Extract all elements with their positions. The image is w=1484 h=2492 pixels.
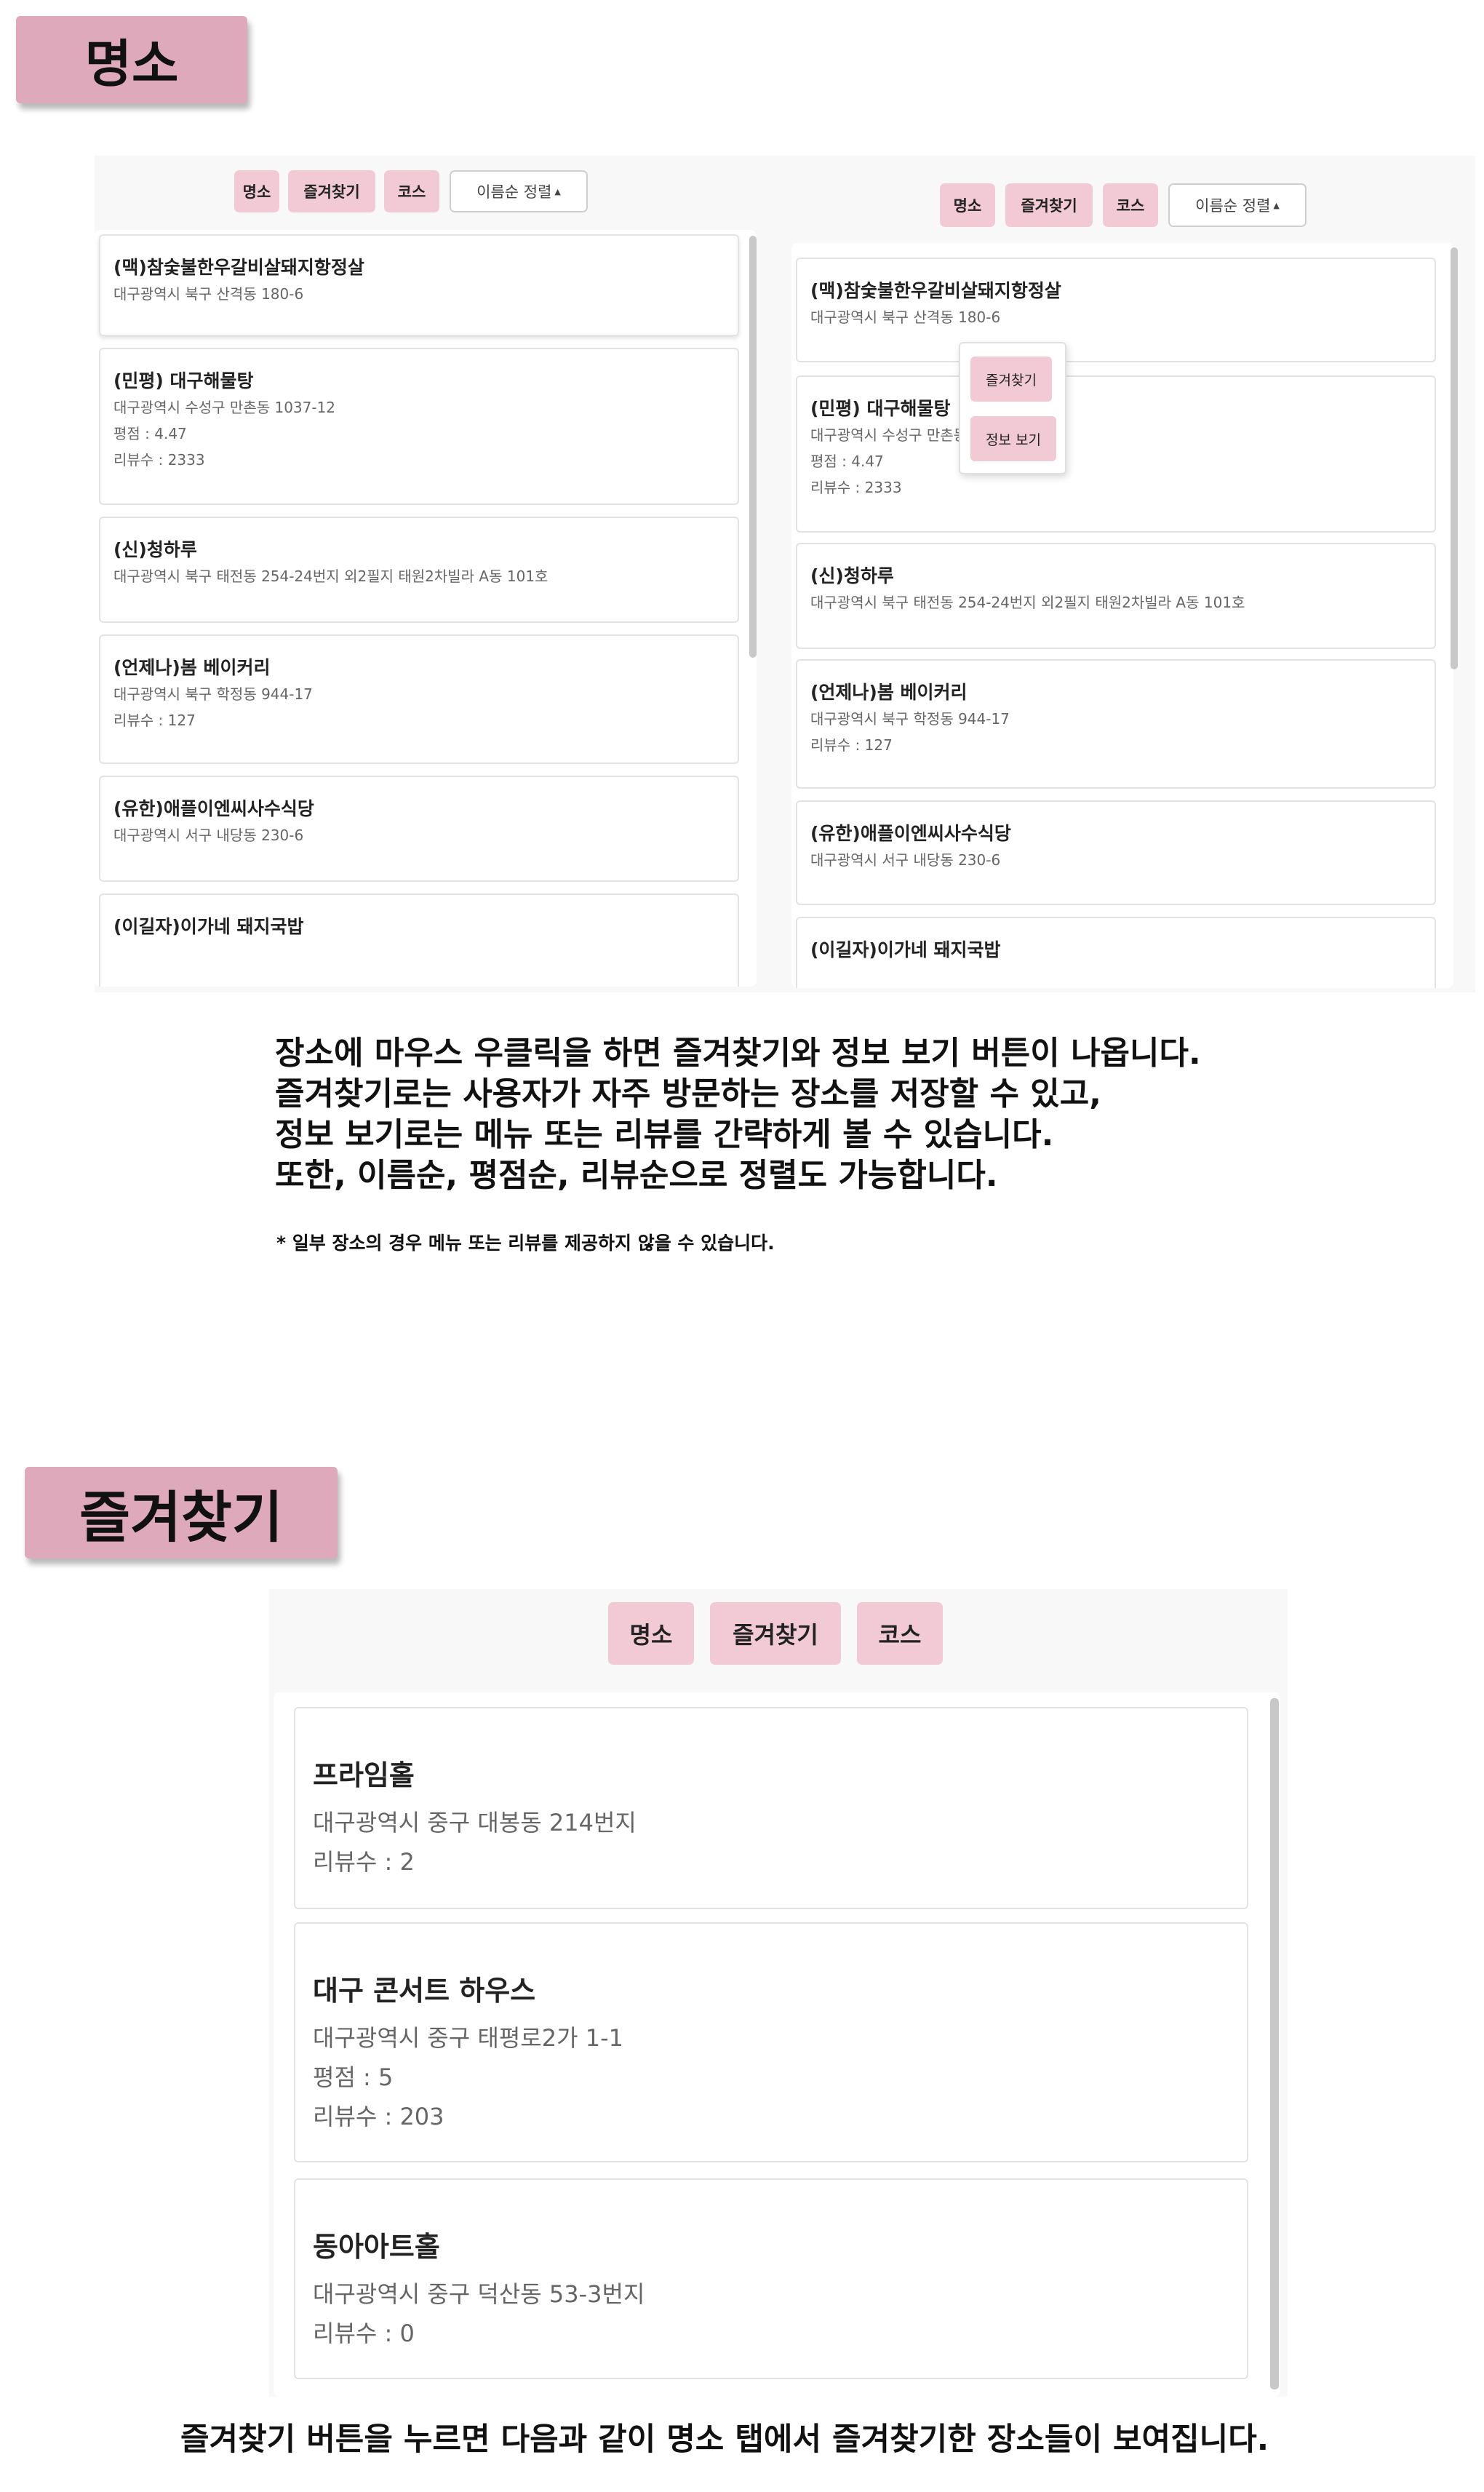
place-list[interactable]: (맥)참숯불한우갈비살돼지항정살 대구광역시 북구 산격동 180-6 (민평)… (791, 243, 1453, 988)
description-line: 장소에 마우스 우클릭을 하면 즐겨찾기와 정보 보기 버튼이 나옵니다. (275, 1035, 1201, 1072)
favorite-list[interactable]: 프라임홀 대구광역시 중구 대봉동 214번지 리뷰수 : 2 대구 콘서트 하… (274, 1692, 1280, 2397)
caret-up-icon: ▲ (554, 186, 561, 196)
description-note: * 일부 장소의 경우 메뉴 또는 리뷰를 제공하지 않을 수 있습니다. (276, 1233, 775, 1254)
place-address: 대구광역시 북구 학정동 944-17 (113, 685, 313, 703)
list-item[interactable]: (유한)애플이엔씨사수식당 대구광역시 서구 내당동 230-6 (99, 776, 739, 882)
tab-places[interactable]: 명소 (608, 1602, 694, 1665)
place-address: 대구광역시 중구 덕산동 53-3번지 (313, 2280, 645, 2308)
place-name: (맥)참숯불한우갈비살돼지항정살 (113, 257, 364, 278)
place-rating: 평점 : 4.47 (113, 425, 187, 442)
place-address: 대구광역시 수성구 만촌동 1037-12 (810, 426, 1033, 444)
place-review-count: 리뷰수 : 0 (313, 2320, 415, 2347)
place-name: (이길자)이가네 돼지국밥 (810, 939, 1001, 960)
place-address: 대구광역시 북구 산격동 180-6 (113, 285, 304, 303)
sort-label: 이름순 정렬 (476, 183, 552, 201)
list-item[interactable]: 프라임홀 대구광역시 중구 대봉동 214번지 리뷰수 : 2 (294, 1707, 1248, 1909)
place-name: (유한)애플이엔씨사수식당 (113, 798, 314, 819)
place-address: 대구광역시 북구 학정동 944-17 (810, 710, 1010, 728)
caret-up-icon: ▲ (1273, 200, 1280, 210)
place-name: 동아아트홀 (313, 2231, 440, 2263)
context-menu: 즐겨찾기 정보 보기 (959, 342, 1066, 474)
scrollbar[interactable] (749, 236, 757, 658)
place-address: 대구광역시 중구 태평로2가 1-1 (313, 2024, 623, 2052)
section-title-favorites: 즐겨찾기 (25, 1467, 338, 1559)
list-item[interactable]: (맥)참숯불한우갈비살돼지항정살 대구광역시 북구 산격동 180-6 (99, 234, 739, 336)
favorites-screenshot-panel: 명소 즐겨찾기 코스 프라임홀 대구광역시 중구 대봉동 214번지 리뷰수 :… (269, 1589, 1288, 2397)
right-screenshot-panel: 명소 즐겨찾기 코스 이름순 정렬 ▲ (맥)참숯불한우갈비살돼지항정살 대구광… (764, 156, 1475, 992)
place-name: (유한)애플이엔씨사수식당 (810, 823, 1011, 844)
scrollbar[interactable] (1270, 1698, 1279, 2389)
list-item[interactable]: (이길자)이가네 돼지국밥 (796, 917, 1436, 988)
list-item[interactable]: 동아아트홀 대구광역시 중구 덕산동 53-3번지 리뷰수 : 0 (294, 2178, 1248, 2379)
place-name: (언제나)봄 베이커리 (810, 682, 968, 703)
place-address: 대구광역시 북구 산격동 180-6 (810, 308, 1001, 326)
tab-course[interactable]: 코스 (384, 170, 439, 212)
place-name: 대구 콘서트 하우스 (313, 1975, 536, 2007)
place-name: 프라임홀 (313, 1759, 415, 1791)
context-favorite-button[interactable]: 즐겨찾기 (970, 357, 1052, 402)
description-places: 장소에 마우스 우클릭을 하면 즐겨찾기와 정보 보기 버튼이 나옵니다. 즐겨… (275, 1033, 1201, 1196)
left-screenshot-panel: 명소 즐겨찾기 코스 이름순 정렬 ▲ (맥)참숯불한우갈비살돼지항정살 대구광… (95, 156, 764, 992)
place-rating: 평점 : 4.47 (810, 453, 884, 470)
description-line: 정보 보기로는 메뉴 또는 리뷰를 간략하게 볼 수 있습니다. (275, 1116, 1054, 1153)
tab-favorites[interactable]: 즐겨찾기 (1005, 183, 1093, 227)
description-favorites: 즐겨찾기 버튼을 누르면 다음과 같이 명소 탭에서 즐겨찾기한 장소들이 보여… (180, 2421, 1269, 2458)
context-info-button[interactable]: 정보 보기 (970, 416, 1056, 461)
list-item[interactable]: (언제나)봄 베이커리 대구광역시 북구 학정동 944-17 리뷰수 : 12… (99, 634, 739, 764)
tab-course[interactable]: 코스 (1103, 183, 1158, 227)
place-name: (신)청하루 (113, 539, 197, 560)
list-item[interactable]: (언제나)봄 베이커리 대구광역시 북구 학정동 944-17 리뷰수 : 12… (796, 659, 1436, 789)
place-name: (맥)참숯불한우갈비살돼지항정살 (810, 280, 1061, 301)
place-review-count: 리뷰수 : 127 (810, 736, 893, 754)
section-title-places: 명소 (16, 16, 247, 103)
sort-dropdown[interactable]: 이름순 정렬 ▲ (1168, 183, 1307, 227)
list-item[interactable]: (유한)애플이엔씨사수식당 대구광역시 서구 내당동 230-6 (796, 800, 1436, 905)
description-line: 또한, 이름순, 평점순, 리뷰순으로 정렬도 가능합니다. (275, 1157, 998, 1194)
tab-places[interactable]: 명소 (234, 170, 279, 212)
place-review-count: 리뷰수 : 2333 (810, 479, 902, 496)
tab-places[interactable]: 명소 (940, 183, 995, 227)
place-name: (신)청하루 (810, 565, 894, 586)
list-item[interactable]: (신)청하루 대구광역시 북구 태전동 254-24번지 외2필지 태원2차빌라… (99, 517, 739, 623)
place-address: 대구광역시 북구 태전동 254-24번지 외2필지 태원2차빌라 A동 101… (810, 594, 1245, 611)
place-address: 대구광역시 서구 내당동 230-6 (113, 827, 304, 844)
list-item[interactable]: 대구 콘서트 하우스 대구광역시 중구 태평로2가 1-1 평점 : 5 리뷰수… (294, 1922, 1248, 2162)
place-address: 대구광역시 수성구 만촌동 1037-12 (113, 399, 336, 416)
tab-course[interactable]: 코스 (857, 1602, 943, 1665)
description-line: 즐겨찾기로는 사용자가 자주 방문하는 장소를 저장할 수 있고, (275, 1075, 1101, 1112)
list-item[interactable]: (이길자)이가네 돼지국밥 (99, 893, 739, 987)
place-name: (이길자)이가네 돼지국밥 (113, 916, 304, 937)
place-name: (민평) 대구해물탕 (810, 398, 951, 419)
list-item[interactable]: (민평) 대구해물탕 대구광역시 수성구 만촌동 1037-12 평점 : 4.… (796, 375, 1436, 533)
place-list[interactable]: (맥)참숯불한우갈비살돼지항정살 대구광역시 북구 산격동 180-6 (민평)… (95, 230, 757, 987)
sort-dropdown[interactable]: 이름순 정렬 ▲ (450, 170, 588, 212)
tab-favorites[interactable]: 즐겨찾기 (288, 170, 375, 212)
list-item[interactable]: (민평) 대구해물탕 대구광역시 수성구 만촌동 1037-12 평점 : 4.… (99, 348, 739, 505)
sort-label: 이름순 정렬 (1195, 197, 1271, 215)
place-review-count: 리뷰수 : 2 (313, 1848, 415, 1876)
place-address: 대구광역시 중구 대봉동 214번지 (313, 1809, 637, 1836)
scrollbar[interactable] (1451, 247, 1458, 669)
place-review-count: 리뷰수 : 203 (313, 2103, 444, 2130)
place-address: 대구광역시 서구 내당동 230-6 (810, 851, 1001, 869)
list-item[interactable]: (맥)참숯불한우갈비살돼지항정살 대구광역시 북구 산격동 180-6 (796, 258, 1436, 362)
place-address: 대구광역시 북구 태전동 254-24번지 외2필지 태원2차빌라 A동 101… (113, 568, 548, 585)
place-name: (민평) 대구해물탕 (113, 370, 254, 391)
place-review-count: 리뷰수 : 2333 (113, 451, 205, 469)
place-rating: 평점 : 5 (313, 2063, 394, 2091)
place-name: (언제나)봄 베이커리 (113, 657, 271, 678)
tab-favorites[interactable]: 즐겨찾기 (710, 1602, 841, 1665)
list-item[interactable]: (신)청하루 대구광역시 북구 태전동 254-24번지 외2필지 태원2차빌라… (796, 543, 1436, 649)
place-review-count: 리뷰수 : 127 (113, 712, 196, 729)
